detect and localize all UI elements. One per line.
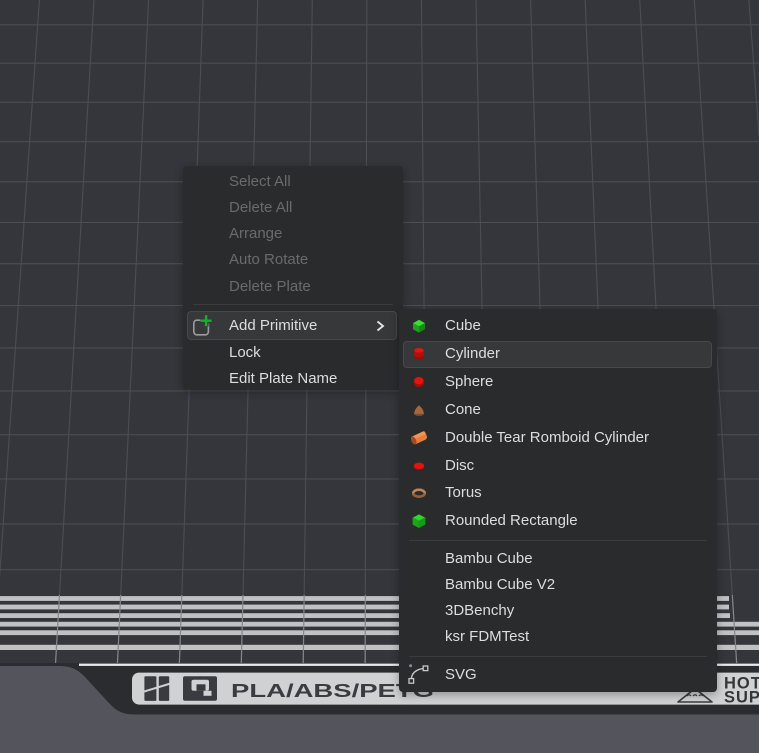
svg-text:SUP: SUP [724,689,759,707]
